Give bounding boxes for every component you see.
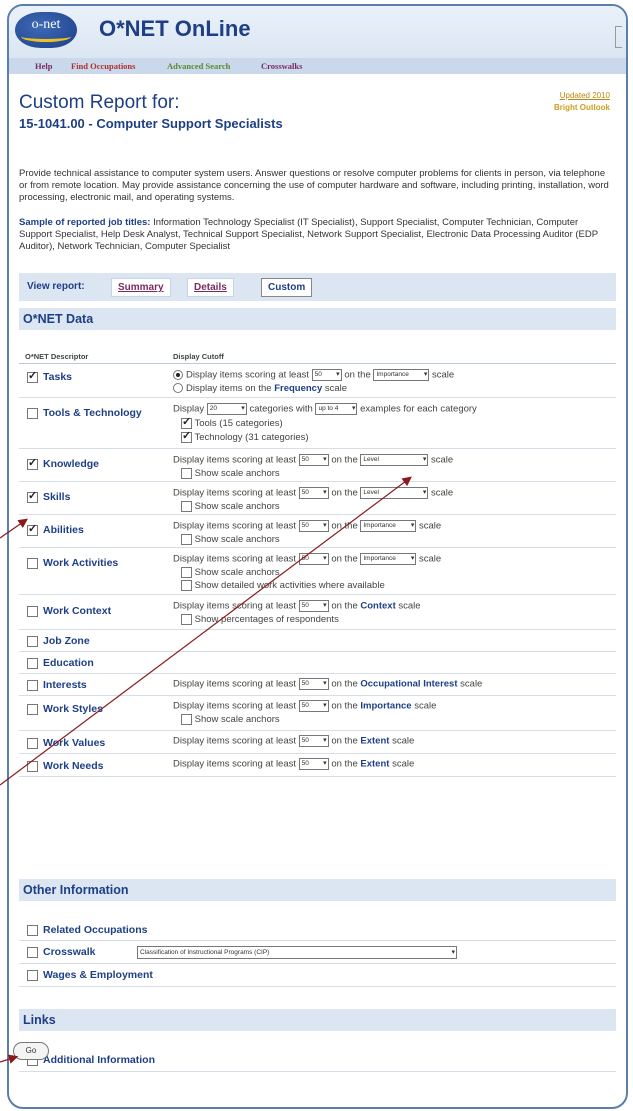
arrow-to-skills [0, 518, 28, 539]
arrow-to-level-select [0, 476, 412, 786]
arrow-to-go [0, 1054, 19, 1064]
annotation-arrows [0, 476, 412, 1064]
